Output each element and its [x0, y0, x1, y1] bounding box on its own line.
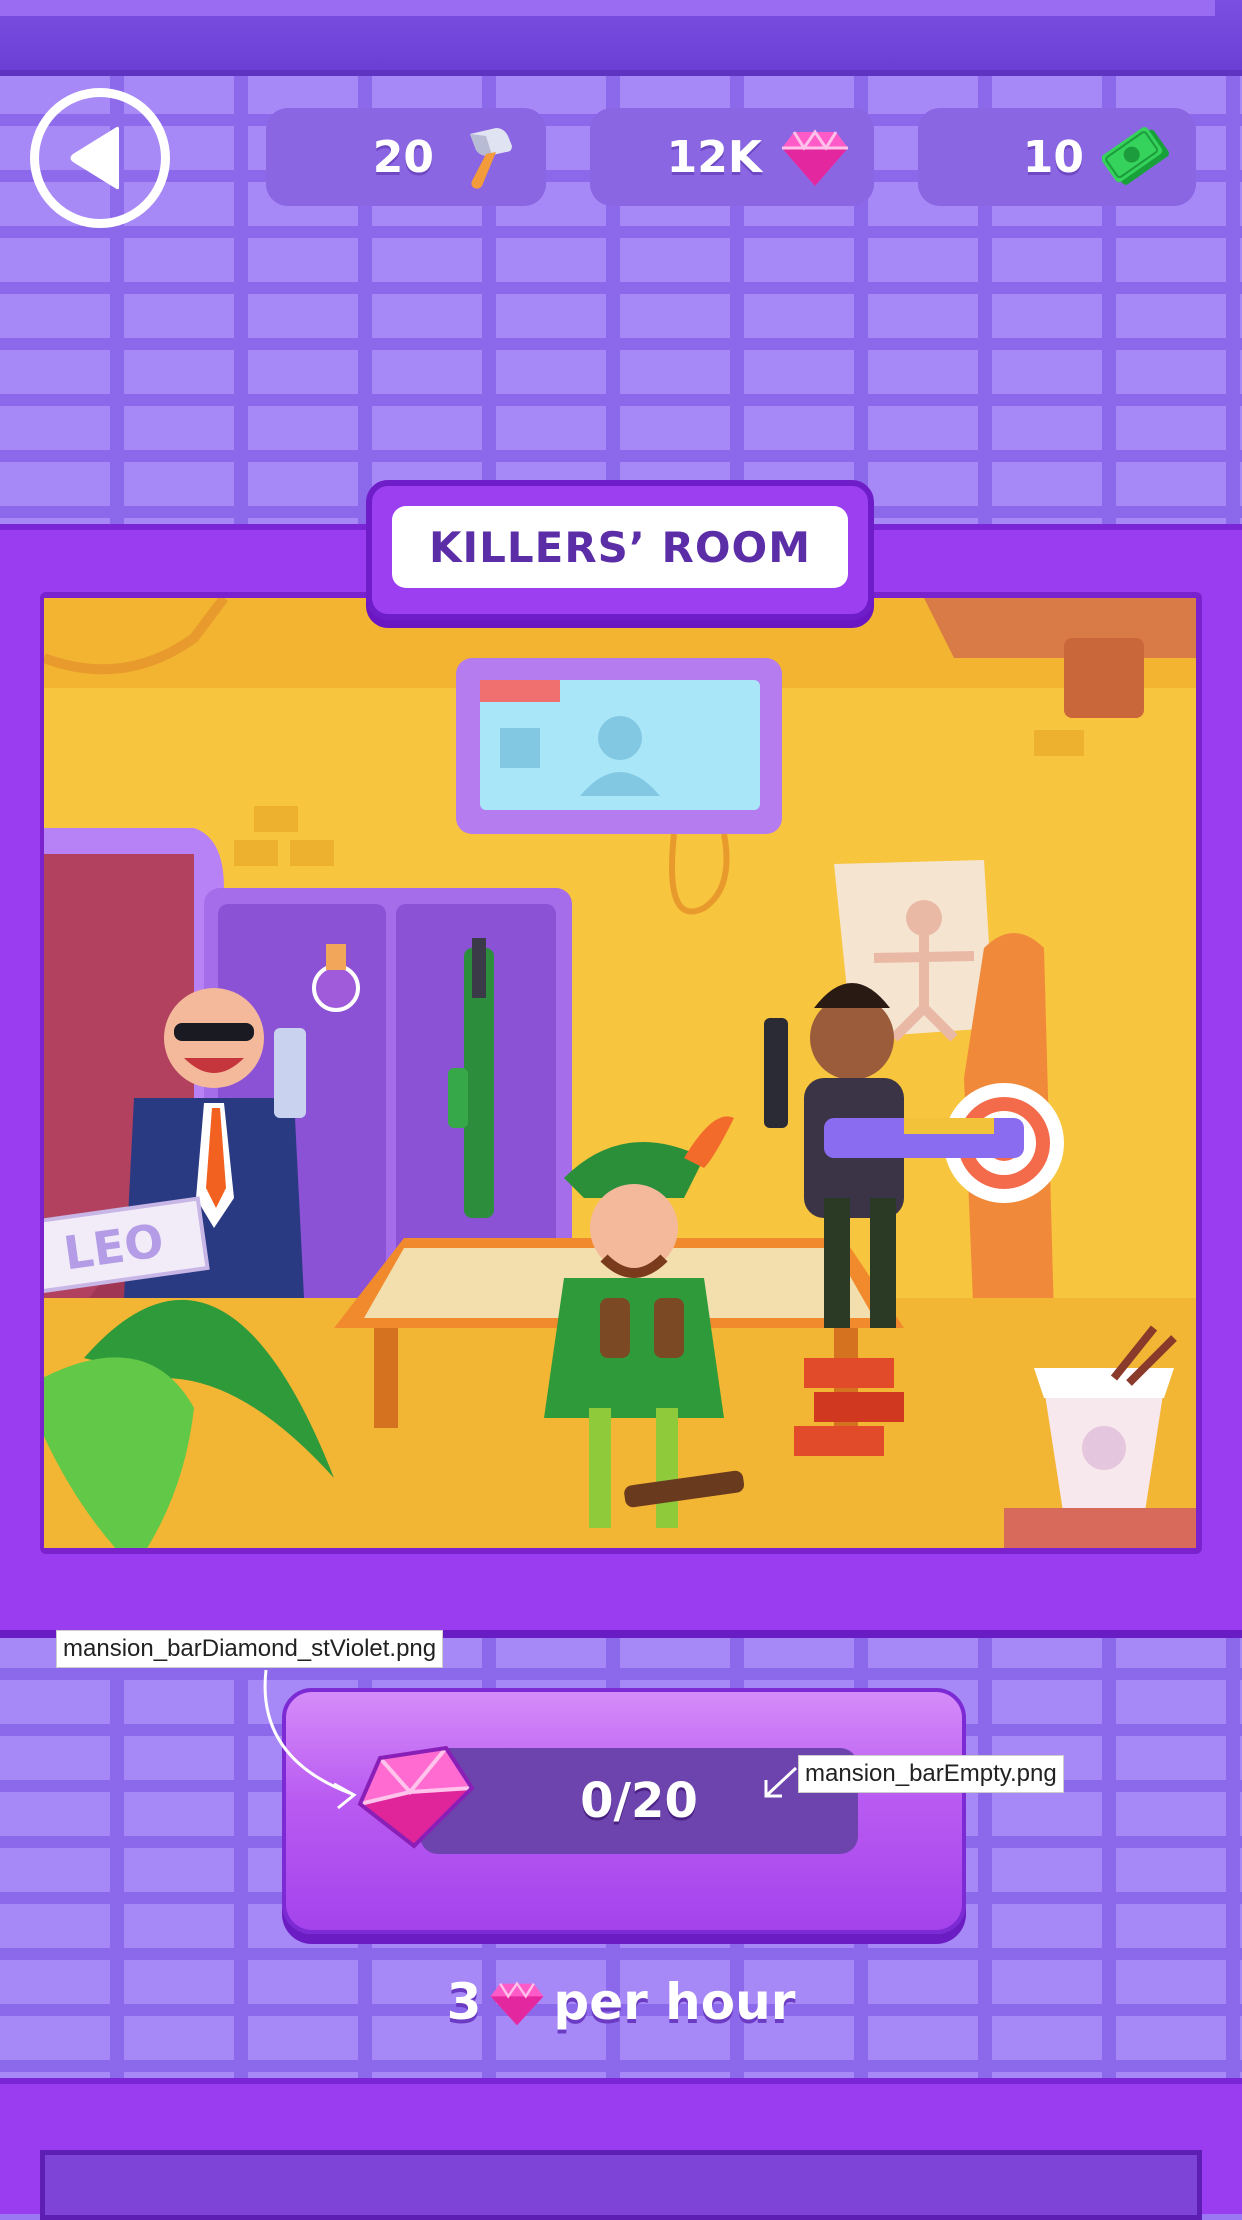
empty-bar-label-arrow	[764, 1766, 798, 1798]
gem-rate: 3 per hour	[0, 1966, 1242, 2038]
back-arrow-icon	[70, 126, 119, 190]
cash-count: 10	[1022, 131, 1084, 183]
room-illustration: LEO	[44, 598, 1196, 1548]
gem-counter[interactable]: 12K	[590, 108, 874, 206]
gem-small-icon	[491, 1981, 544, 2026]
diamond-label-arrow	[263, 1669, 357, 1810]
gem-rate-unit: per hour	[553, 1973, 796, 2031]
empty-bar-asset-label: mansion_barEmpty.png	[798, 1755, 1064, 1793]
top-banner	[0, 0, 1242, 76]
back-button[interactable]	[30, 88, 170, 228]
next-room-preview	[40, 2150, 1202, 2220]
room-scene[interactable]: LEO	[44, 598, 1196, 1548]
gem-icon	[782, 129, 848, 186]
diamond-asset-label: mansion_barDiamond_stViolet.png	[56, 1630, 444, 1668]
gem-count: 12K	[666, 131, 762, 183]
gem-progress-text: 0/20	[580, 1773, 698, 1829]
room-title-plate: KILLERS’ ROOM	[366, 480, 874, 620]
room-title: KILLERS’ ROOM	[392, 506, 848, 588]
gem-rate-amount: 3	[446, 1973, 482, 2031]
hammer-counter[interactable]: 20	[266, 108, 546, 206]
hammer-icon	[470, 128, 512, 189]
hammer-count: 20	[372, 131, 434, 183]
cash-counter[interactable]: 10	[918, 108, 1196, 206]
cash-icon	[1102, 127, 1169, 185]
